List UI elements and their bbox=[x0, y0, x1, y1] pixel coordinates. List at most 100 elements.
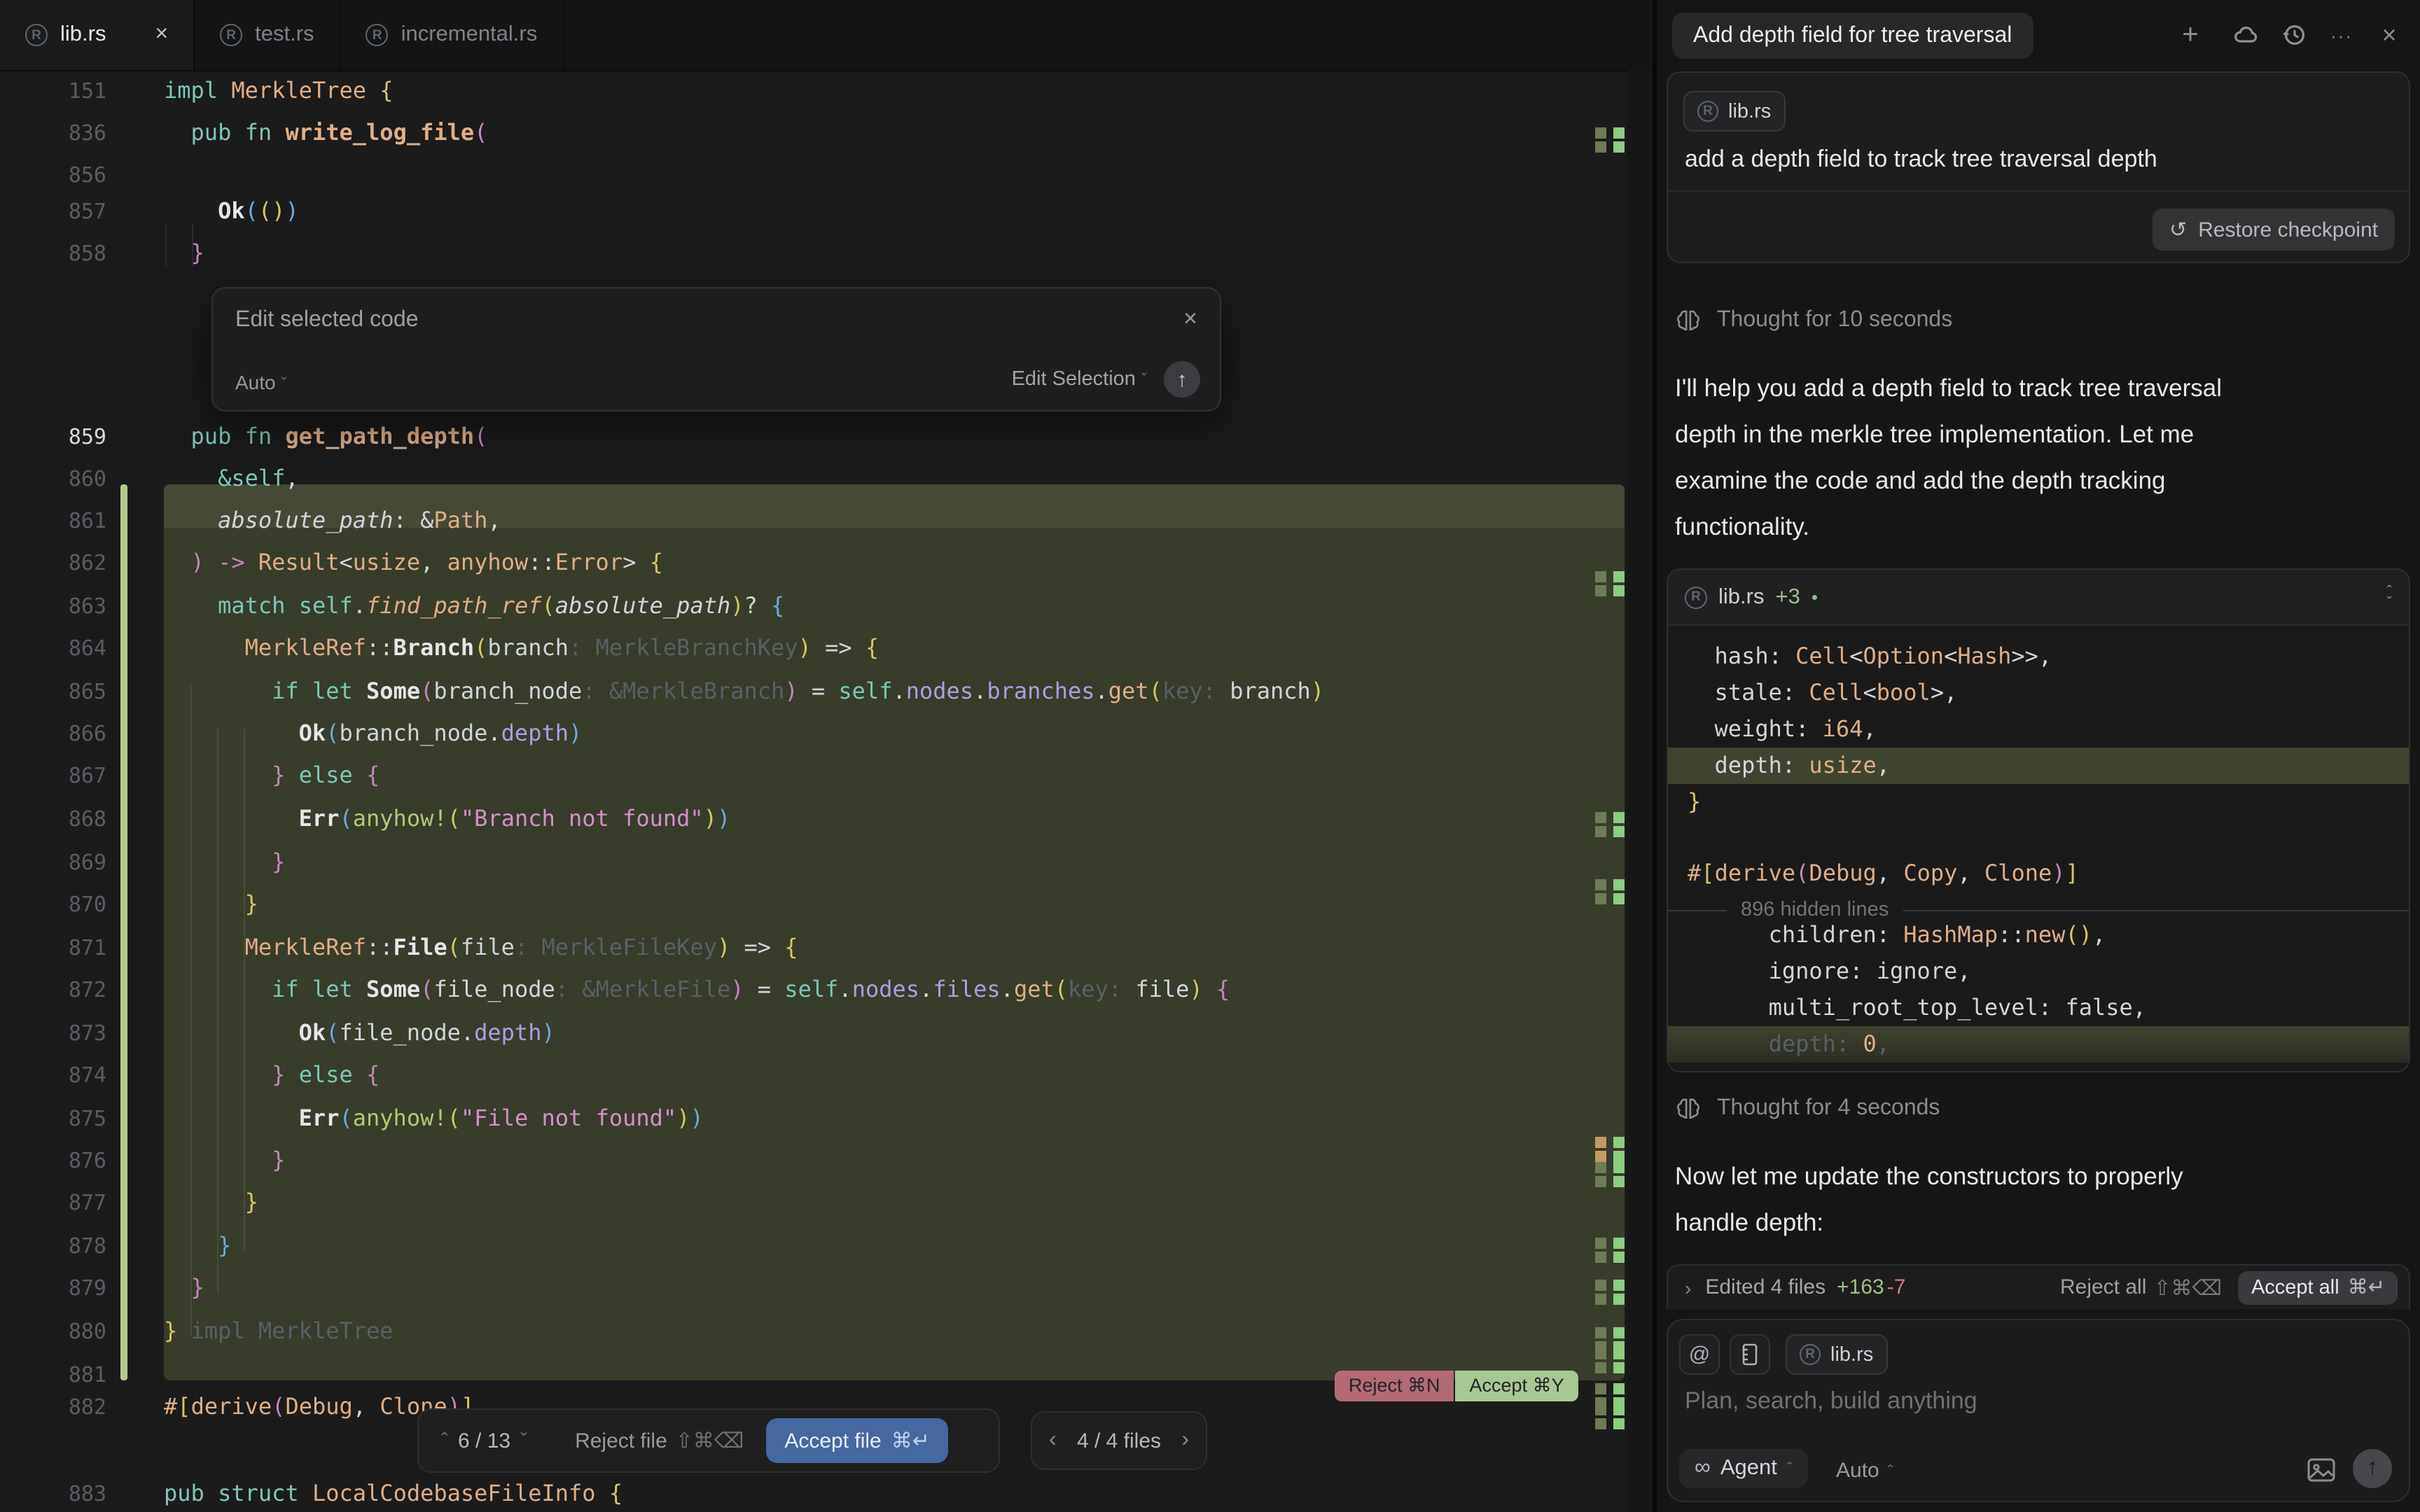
token: = bbox=[744, 976, 785, 1002]
close-panel-icon[interactable]: × bbox=[2372, 18, 2406, 52]
thought-row[interactable]: Thought for 10 seconds bbox=[1675, 307, 1952, 333]
accept-file-button[interactable]: Accept file⌘↵ bbox=[766, 1418, 948, 1463]
edit-selected-code-popup: Edit selected code × Auto ˇ Edit Selecti… bbox=[211, 287, 1221, 412]
submit-edit-button[interactable]: ↑ bbox=[1164, 361, 1200, 398]
token: } bbox=[1688, 788, 1701, 815]
context-file-chip[interactable]: R lib.rs bbox=[1683, 91, 1785, 132]
assistant-message: Now let me update the constructors to pr… bbox=[1675, 1154, 2403, 1246]
composer-input[interactable]: Plan, search, build anything bbox=[1685, 1387, 1977, 1415]
accept-all-button[interactable]: Accept all⌘↵ bbox=[2239, 1270, 2398, 1304]
line-text: if let Some(branch_node: &MerkleBranch) … bbox=[164, 671, 1324, 713]
line-number: 869 bbox=[0, 841, 106, 883]
token: files bbox=[933, 976, 1000, 1002]
line-number: 862 bbox=[0, 542, 106, 584]
user-message-card[interactable]: R lib.rs add a depth field to track tree… bbox=[1667, 71, 2410, 263]
token: anyhow bbox=[447, 549, 529, 575]
message-composer[interactable]: @ R lib.rs Plan, search, build anything … bbox=[1667, 1319, 2410, 1502]
thread-title[interactable]: Add depth field for tree traversal bbox=[1672, 13, 2033, 59]
diff-mark bbox=[1613, 812, 1625, 823]
edited-files-summary: › Edited 4 files +163 -7 Reject all ⇧⌘⌫ … bbox=[1667, 1264, 2410, 1309]
code-editor[interactable]: Rlib.rs×Rtest.rsRincremental.rs 151impl … bbox=[0, 0, 1657, 1512]
diff-mark bbox=[1595, 1327, 1606, 1338]
context-file-chip[interactable]: R lib.rs bbox=[1786, 1334, 1887, 1375]
token: ) bbox=[1311, 678, 1324, 704]
token bbox=[164, 720, 299, 746]
token: } bbox=[245, 890, 258, 917]
token: absolute_path bbox=[555, 592, 730, 619]
tab-label: lib.rs bbox=[60, 22, 106, 48]
diff-mark bbox=[1595, 571, 1606, 582]
token: ( bbox=[1149, 678, 1162, 704]
expand-collapse-icon[interactable]: ˆˇ bbox=[2387, 586, 2392, 608]
code-region[interactable]: 151impl MerkleTree {836 pub fn write_log… bbox=[0, 70, 1657, 1512]
token: struct bbox=[218, 1480, 299, 1506]
hunk-down-icon[interactable]: ˇ bbox=[520, 1429, 527, 1452]
accept-button[interactable]: Accept ⌘Y bbox=[1456, 1371, 1578, 1401]
token bbox=[164, 507, 218, 533]
token: , bbox=[487, 507, 501, 533]
unsaved-dot: • bbox=[1811, 587, 1818, 608]
mention-button[interactable]: @ bbox=[1679, 1334, 1720, 1375]
tab-lib.rs[interactable]: Rlib.rs× bbox=[0, 0, 195, 70]
reject-button[interactable]: Reject ⌘N bbox=[1335, 1371, 1454, 1401]
model-selector[interactable]: Auto ˇ bbox=[235, 371, 286, 393]
diff-card-header[interactable]: R lib.rs +3 • ˆˇ bbox=[1668, 570, 2409, 626]
token: > bbox=[623, 549, 650, 575]
agent-mode-selector[interactable]: ∞ Agent ˆ bbox=[1679, 1449, 1808, 1488]
token: { bbox=[650, 549, 663, 575]
send-button[interactable]: ↑ bbox=[2353, 1449, 2392, 1488]
hidden-lines-divider[interactable]: 896 hidden lines bbox=[1668, 892, 2410, 928]
prev-file-icon[interactable]: ‹ bbox=[1049, 1428, 1057, 1453]
diff-preview-card[interactable]: R lib.rs +3 • ˆˇ hash: Cell<Option<Hash>… bbox=[1667, 568, 2410, 1072]
tab-test.rs[interactable]: Rtest.rs bbox=[195, 0, 340, 70]
token: weight: bbox=[1688, 715, 1823, 742]
user-message-text: add a depth field to track tree traversa… bbox=[1685, 146, 2157, 174]
app-window: Rlib.rs×Rtest.rsRincremental.rs 151impl … bbox=[0, 0, 2420, 1512]
token: , bbox=[1877, 1030, 1890, 1057]
popup-title: Edit selected code bbox=[235, 308, 419, 333]
hunk-up-icon[interactable]: ˆ bbox=[441, 1429, 448, 1452]
edit-selection-dropdown[interactable]: Edit Selection ˇ bbox=[1012, 368, 1147, 391]
token: , bbox=[1863, 715, 1876, 742]
token: : &MerkleFile bbox=[555, 976, 730, 1002]
diff-code-line: stale: Cell<bool>, bbox=[1668, 675, 2410, 711]
thought-row[interactable]: Thought for 4 seconds bbox=[1675, 1095, 1940, 1121]
token: Some bbox=[366, 678, 420, 704]
token: => bbox=[730, 934, 784, 960]
token: Err bbox=[299, 1105, 340, 1131]
tab-incremental.rs[interactable]: Rincremental.rs bbox=[341, 0, 564, 70]
token: { bbox=[771, 592, 784, 619]
diff-code-line: depth: 0, bbox=[1668, 1026, 2410, 1063]
diff-mark bbox=[1595, 127, 1606, 139]
attach-image-icon[interactable] bbox=[2307, 1457, 2336, 1483]
reject-all-button[interactable]: Reject all bbox=[2060, 1275, 2146, 1299]
reject-file-button[interactable]: Reject file⇧⌘⌫ bbox=[575, 1428, 744, 1453]
token: nodes bbox=[852, 976, 919, 1002]
close-icon[interactable]: × bbox=[1183, 305, 1197, 333]
restore-checkpoint-button[interactable]: ↺ Restore checkpoint bbox=[2153, 209, 2395, 251]
token: multi_root_top_level: false, bbox=[1688, 994, 2146, 1021]
infinity-icon: ∞ bbox=[1695, 1456, 1711, 1481]
token bbox=[164, 1232, 218, 1259]
model-selector[interactable]: Autoˆ bbox=[1836, 1459, 1893, 1483]
more-options-icon[interactable]: ··· bbox=[2325, 18, 2358, 52]
token: { bbox=[1216, 976, 1230, 1002]
expand-summary-icon[interactable]: › bbox=[1685, 1276, 1691, 1298]
ruler-icon[interactable] bbox=[1730, 1334, 1770, 1375]
code-line: 865 if let Some(branch_node: &MerkleBran… bbox=[0, 671, 1657, 713]
token bbox=[164, 805, 299, 832]
close-tab-icon[interactable]: × bbox=[155, 22, 168, 48]
diff-mark bbox=[1613, 1252, 1625, 1263]
next-file-icon[interactable]: › bbox=[1181, 1428, 1189, 1453]
token bbox=[164, 119, 191, 146]
edited-files-label: Edited 4 files bbox=[1705, 1275, 1826, 1299]
token: ? bbox=[744, 592, 772, 619]
history-icon[interactable] bbox=[2277, 18, 2311, 52]
line-text: pub struct LocalCodebaseFileInfo { bbox=[164, 1473, 623, 1512]
new-thread-button[interactable]: + bbox=[2174, 18, 2207, 52]
line-text: MerkleRef::File(file: MerkleFileKey) => … bbox=[164, 927, 798, 969]
cloud-icon[interactable] bbox=[2230, 18, 2263, 52]
line-text: match self.find_path_ref(absolute_path)?… bbox=[164, 585, 784, 627]
scrollbar-track[interactable] bbox=[1627, 70, 1653, 1512]
token: Ok bbox=[299, 1019, 326, 1046]
